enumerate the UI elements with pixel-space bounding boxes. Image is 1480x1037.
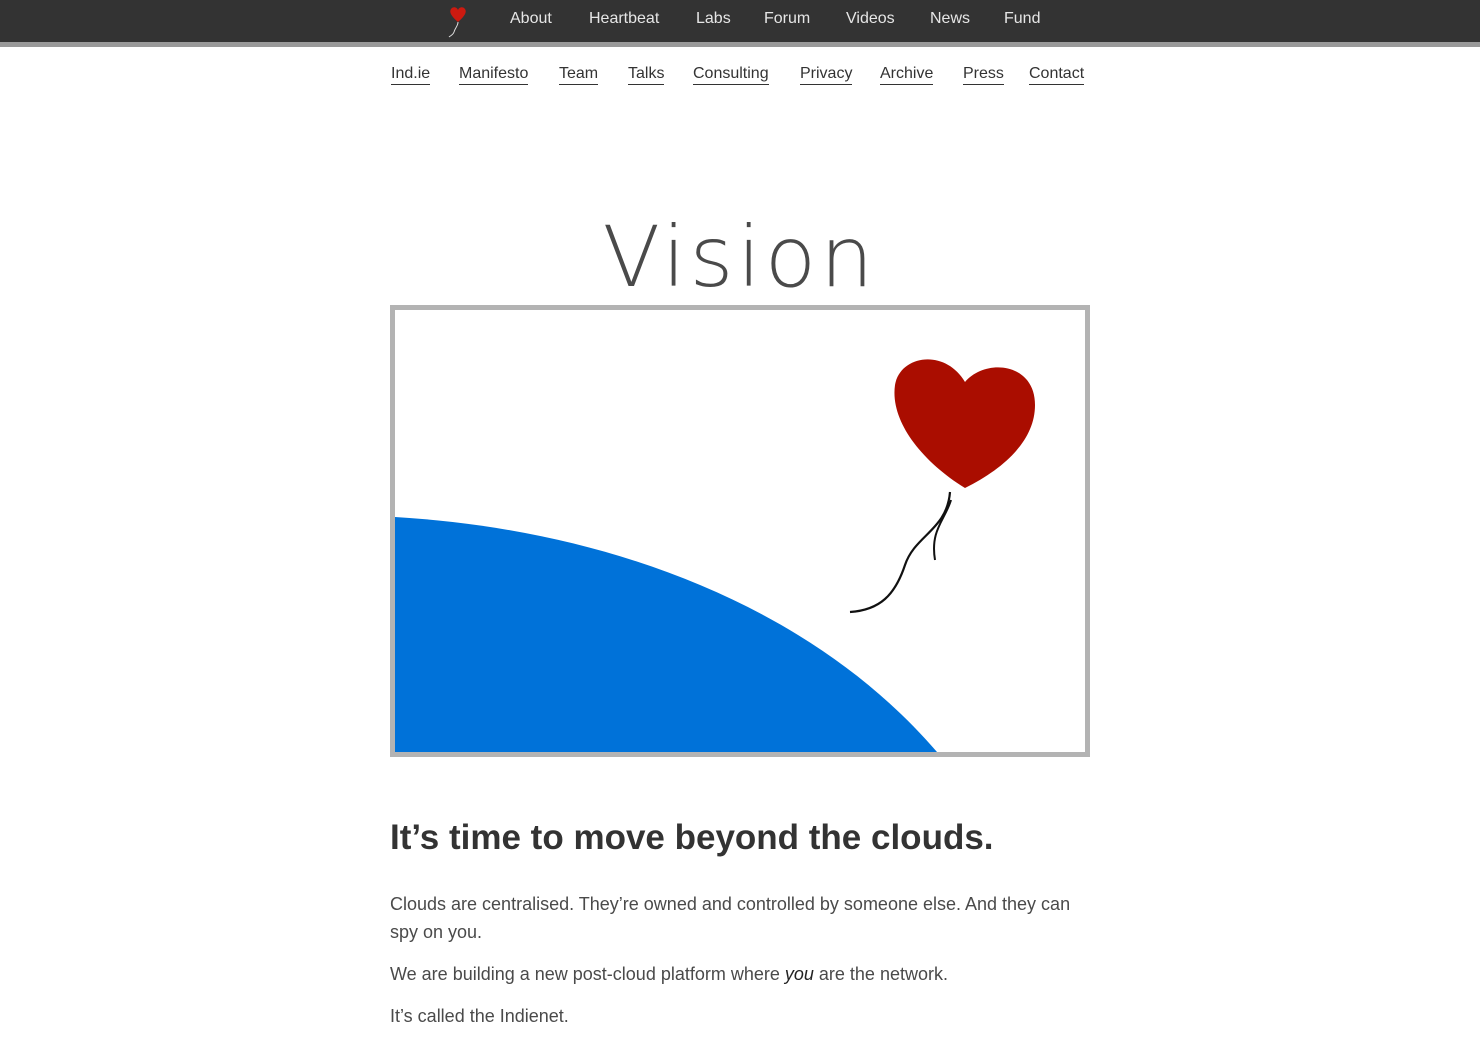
nav-about[interactable]: About — [510, 10, 552, 28]
subnav-manifesto[interactable]: Manifesto — [459, 65, 529, 85]
subnav-team[interactable]: Team — [559, 65, 599, 85]
paragraph-building-emphasis: you — [784, 964, 814, 984]
paragraph-building-start: We are building a new post-cloud platfor… — [390, 964, 785, 984]
subnav-talks[interactable]: Talks — [628, 65, 665, 85]
subnav-consulting[interactable]: Consulting — [693, 65, 769, 85]
earth-shape — [395, 517, 937, 752]
page-title-text: Vision — [602, 208, 878, 307]
paragraph-building: We are building a new post-cloud platfor… — [390, 960, 1092, 988]
nav-forum[interactable]: Forum — [764, 10, 810, 28]
paragraph-building-end: are the network. — [813, 964, 948, 984]
heart-balloon-icon[interactable] — [443, 4, 471, 40]
subnav-privacy[interactable]: Privacy — [800, 65, 853, 85]
balloon-string-2 — [933, 499, 952, 561]
heart-balloon-shape — [894, 359, 1035, 488]
heart-balloon-over-earth-illustration — [395, 359, 1035, 752]
top-navigation-bar: About Heartbeat Labs Forum Videos News F… — [0, 0, 1480, 47]
nav-videos[interactable]: Videos — [846, 10, 895, 28]
subnav-press[interactable]: Press — [963, 65, 1004, 85]
paragraph-indienet: It’s called the Indienet. — [390, 1006, 569, 1026]
paragraph-clouds: Clouds are centralised. They’re owned an… — [390, 894, 1071, 942]
nav-labs[interactable]: Labs — [696, 10, 731, 28]
headline: It’s time to move beyond the clouds. — [390, 818, 994, 857]
subnav-indie[interactable]: Ind.ie — [391, 65, 431, 85]
page-title: Vision — [0, 208, 1480, 306]
subnav-archive[interactable]: Archive — [880, 65, 934, 85]
nav-news[interactable]: News — [930, 10, 970, 28]
nav-heartbeat[interactable]: Heartbeat — [589, 10, 659, 28]
hero-illustration — [390, 305, 1090, 757]
nav-fund[interactable]: Fund — [1004, 10, 1040, 28]
subnav-contact[interactable]: Contact — [1029, 65, 1085, 85]
